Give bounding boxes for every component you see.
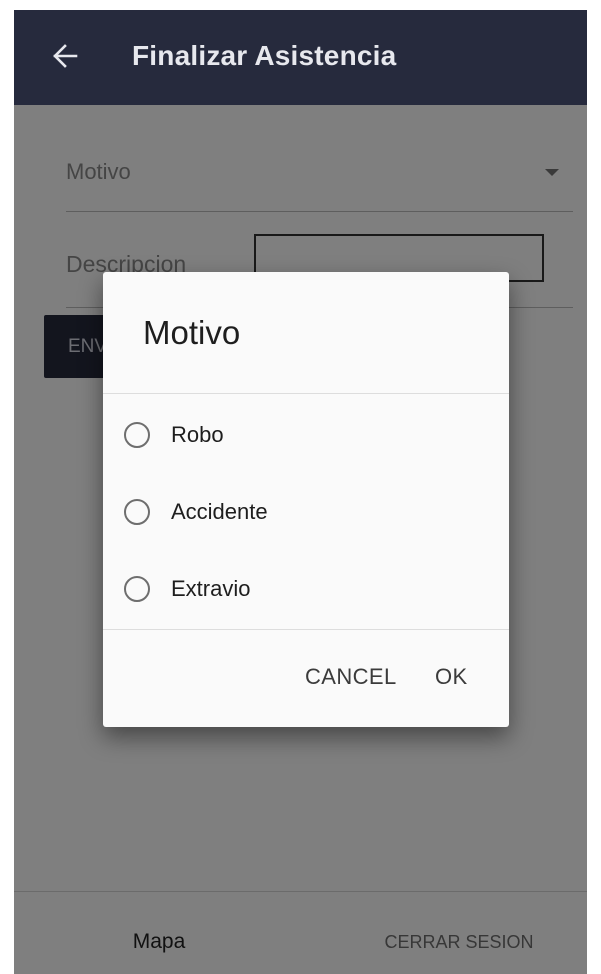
dialog-divider [103, 393, 509, 394]
ok-button[interactable]: OK [429, 660, 474, 694]
dialog-actions: CANCEL OK [103, 630, 509, 727]
motivo-dialog: Motivo Robo Accidente Extravio CANCEL OK [103, 272, 509, 727]
dialog-title: Motivo [143, 314, 241, 351]
radio-unchecked-icon[interactable] [124, 422, 150, 448]
cancel-button[interactable]: CANCEL [299, 660, 403, 694]
option-label: Accidente [171, 499, 268, 524]
option-accidente[interactable]: Accidente [103, 474, 509, 550]
radio-unchecked-icon[interactable] [124, 576, 150, 602]
option-label: Robo [171, 422, 224, 447]
option-label: Extravio [171, 576, 251, 601]
page-title: Finalizar Asistencia [132, 40, 397, 71]
arrow-back-icon[interactable] [52, 43, 78, 69]
radio-unchecked-icon[interactable] [124, 499, 150, 525]
option-extravio[interactable]: Extravio [103, 551, 509, 627]
app-bar: Finalizar Asistencia [14, 10, 587, 105]
option-robo[interactable]: Robo [103, 397, 509, 473]
app-screen: Finalizar Asistencia Motivo Descripcion … [14, 10, 587, 974]
